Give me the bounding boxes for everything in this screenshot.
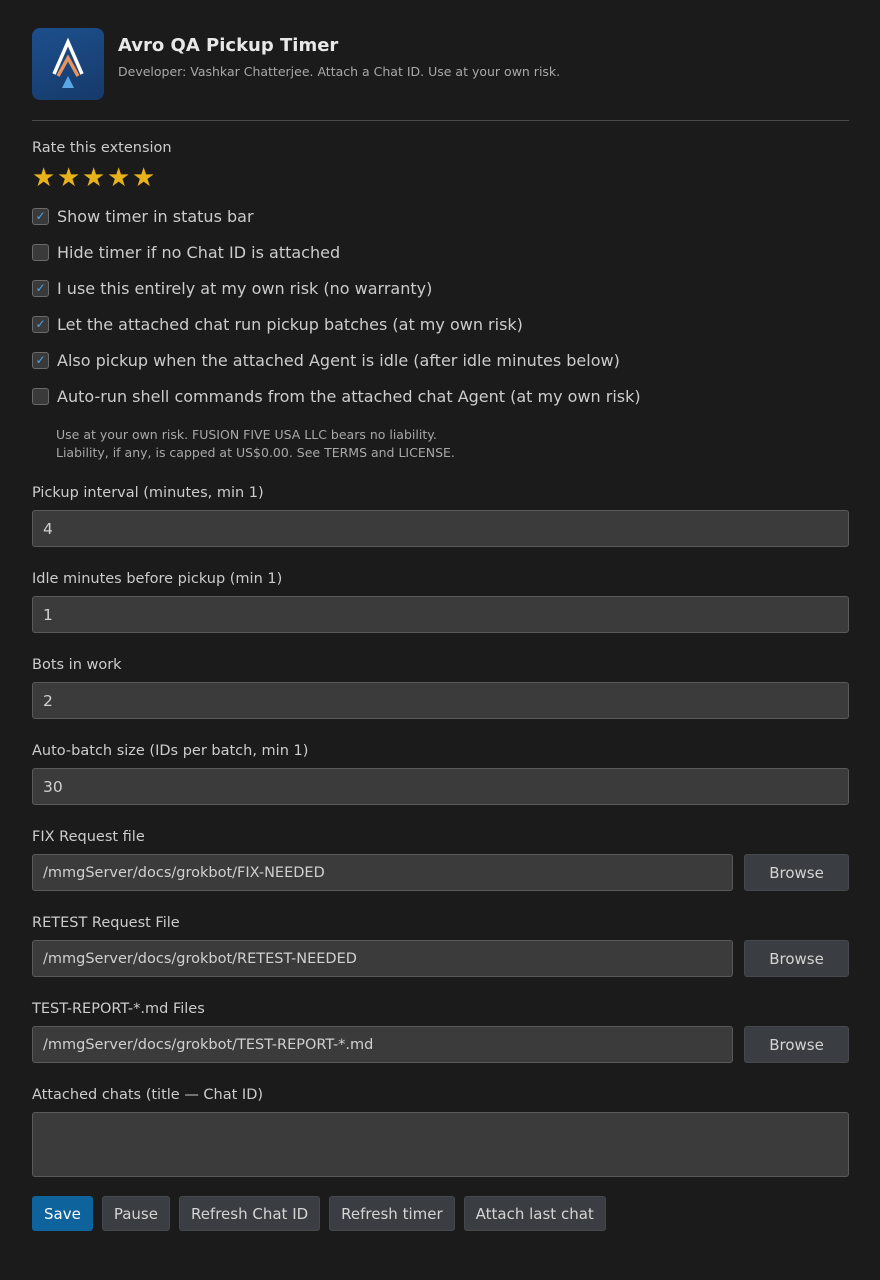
- report-browse-button[interactable]: Browse: [744, 1026, 849, 1063]
- star-icon[interactable]: ★: [32, 163, 57, 193]
- option-label: Also pickup when the attached Agent is i…: [57, 350, 620, 370]
- refresh-timer-button[interactable]: Refresh timer: [329, 1196, 455, 1231]
- batch-size-input[interactable]: [32, 768, 849, 805]
- option-idle-pickup[interactable]: ✓ Also pickup when the attached Agent is…: [32, 342, 849, 378]
- star-icon[interactable]: ★: [132, 163, 157, 193]
- retest-file-label: RETEST Request File: [32, 915, 180, 931]
- checkmark-icon: ✓: [35, 208, 46, 223]
- report-files-label: TEST-REPORT-*.md Files: [32, 1001, 205, 1017]
- save-button[interactable]: Save: [32, 1196, 93, 1231]
- disclaimer: Use at your own risk. FUSION FIVE USA LL…: [56, 426, 849, 462]
- idle-minutes-group: Idle minutes before pickup (min 1): [32, 570, 849, 633]
- option-label: Show timer in status bar: [57, 206, 254, 226]
- bots-in-work-input[interactable]: [32, 682, 849, 719]
- option-label: Hide timer if no Chat ID is attached: [57, 242, 341, 262]
- action-bar: Save Pause Refresh Chat ID Refresh timer…: [32, 1196, 849, 1231]
- fix-file-row: Browse: [32, 854, 849, 891]
- retest-browse-button[interactable]: Browse: [744, 940, 849, 977]
- option-label: Auto-run shell commands from the attache…: [57, 386, 641, 406]
- options-list: ✓ Show timer in status bar ✓ Hide timer …: [32, 198, 849, 414]
- idle-minutes-label: Idle minutes before pickup (min 1): [32, 571, 283, 587]
- checkbox[interactable]: ✓: [32, 315, 49, 333]
- checkbox[interactable]: ✓: [32, 243, 49, 261]
- app-subtitle: Developer: Vashkar Chatterjee. Attach a …: [118, 64, 561, 79]
- checkmark-icon: ✓: [35, 280, 46, 295]
- batch-size-group: Auto-batch size (IDs per batch, min 1): [32, 742, 849, 805]
- idle-minutes-input[interactable]: [32, 596, 849, 633]
- option-auto-run-shell[interactable]: ✓ Auto-run shell commands from the attac…: [32, 378, 849, 414]
- pickup-interval-group: Pickup interval (minutes, min 1): [32, 484, 849, 547]
- title-block: Avro QA Pickup Timer Developer: Vashkar …: [118, 28, 560, 80]
- bots-in-work-label: Bots in work: [32, 657, 122, 673]
- divider: [32, 120, 849, 121]
- retest-file-input[interactable]: [32, 940, 733, 977]
- bots-in-work-group: Bots in work: [32, 656, 849, 719]
- pickup-interval-label: Pickup interval (minutes, min 1): [32, 485, 264, 501]
- checkmark-icon: ✓: [35, 316, 46, 331]
- report-files-group: TEST-REPORT-*.md Files Browse: [32, 1000, 849, 1063]
- option-hide-timer[interactable]: ✓ Hide timer if no Chat ID is attached: [32, 234, 849, 270]
- attached-chats-textarea[interactable]: [32, 1112, 849, 1177]
- header: Avro QA Pickup Timer Developer: Vashkar …: [32, 28, 849, 100]
- fix-file-group: FIX Request file Browse: [32, 828, 849, 891]
- pause-button[interactable]: Pause: [101, 1196, 170, 1231]
- rating-label: Rate this extension: [32, 140, 172, 156]
- retest-file-group: RETEST Request File Browse: [32, 914, 849, 977]
- checkbox[interactable]: ✓: [32, 387, 49, 405]
- logo-graphic: [52, 37, 84, 88]
- fix-file-label: FIX Request file: [32, 829, 145, 845]
- app-title: Avro QA Pickup Timer: [118, 35, 339, 56]
- fix-browse-button[interactable]: Browse: [744, 854, 849, 891]
- option-pickup-batches[interactable]: ✓ Let the attached chat run pickup batch…: [32, 306, 849, 342]
- checkbox[interactable]: ✓: [32, 207, 49, 225]
- attached-chats-label: Attached chats (title — Chat ID): [32, 1087, 264, 1103]
- star-rating: ★ ★ ★ ★ ★: [32, 163, 849, 193]
- star-icon[interactable]: ★: [107, 163, 132, 193]
- option-show-timer[interactable]: ✓ Show timer in status bar: [32, 198, 849, 234]
- option-label: Let the attached chat run pickup batches…: [57, 314, 523, 334]
- star-icon[interactable]: ★: [82, 163, 107, 193]
- star-icon[interactable]: ★: [57, 163, 82, 193]
- retest-file-row: Browse: [32, 940, 849, 977]
- option-own-risk[interactable]: ✓ I use this entirely at my own risk (no…: [32, 270, 849, 306]
- report-files-row: Browse: [32, 1026, 849, 1063]
- attached-chats-group: Attached chats (title — Chat ID): [32, 1086, 849, 1177]
- attach-last-chat-button[interactable]: Attach last chat: [463, 1196, 606, 1231]
- pickup-interval-input[interactable]: [32, 510, 849, 547]
- disclaimer-line: Use at your own risk. FUSION FIVE USA LL…: [56, 427, 437, 442]
- disclaimer-line: Liability, if any, is capped at US$0.00.…: [56, 445, 455, 460]
- report-files-input[interactable]: [32, 1026, 733, 1063]
- settings-page: Avro QA Pickup Timer Developer: Vashkar …: [32, 28, 849, 1231]
- avro-logo-icon: [32, 28, 104, 100]
- checkbox[interactable]: ✓: [32, 351, 49, 369]
- refresh-chat-id-button[interactable]: Refresh Chat ID: [178, 1196, 321, 1231]
- option-label: I use this entirely at my own risk (no w…: [57, 278, 433, 298]
- checkbox[interactable]: ✓: [32, 279, 49, 297]
- fix-file-input[interactable]: [32, 854, 733, 891]
- checkmark-icon: ✓: [35, 352, 46, 367]
- batch-size-label: Auto-batch size (IDs per batch, min 1): [32, 743, 309, 759]
